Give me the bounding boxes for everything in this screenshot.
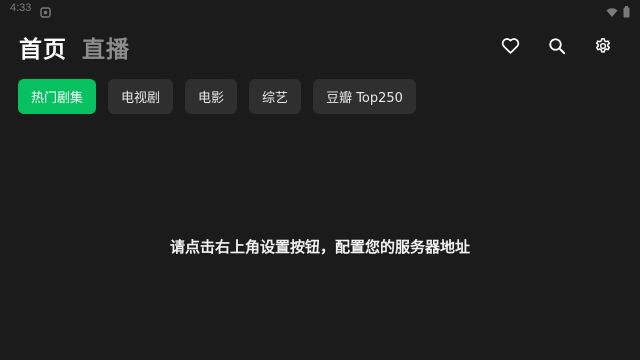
tab-home-title[interactable]: 首页 [19, 30, 67, 64]
notification-icon [40, 3, 51, 18]
tab-hot-series[interactable]: 热门剧集 [18, 79, 97, 114]
header-actions [500, 37, 613, 58]
heart-icon [501, 37, 520, 58]
category-tabs: 热门剧集 电视剧 电影 综艺 豆瓣 Top250 [18, 79, 416, 114]
status-time: 4:33 [10, 2, 32, 14]
wifi-icon [606, 3, 618, 22]
search-button[interactable] [546, 37, 567, 58]
tab-live-title[interactable]: 直播 [82, 30, 130, 64]
tab-douban-top250[interactable]: 豆瓣 Top250 [313, 79, 416, 114]
status-indicators [606, 3, 630, 22]
gear-icon [594, 37, 612, 59]
search-icon [548, 37, 566, 59]
settings-button[interactable] [592, 37, 613, 58]
status-bar: 4:33 [0, 0, 640, 18]
battery-icon [623, 3, 630, 22]
favorites-button[interactable] [500, 37, 521, 58]
empty-state-message: 请点击右上角设置按钮，配置您的服务器地址 [169, 238, 470, 256]
tab-variety[interactable]: 综艺 [249, 79, 302, 114]
tab-movies[interactable]: 电影 [185, 79, 238, 114]
tab-tv-series[interactable]: 电视剧 [108, 79, 174, 114]
page-header: 首页 直播 [19, 30, 130, 64]
